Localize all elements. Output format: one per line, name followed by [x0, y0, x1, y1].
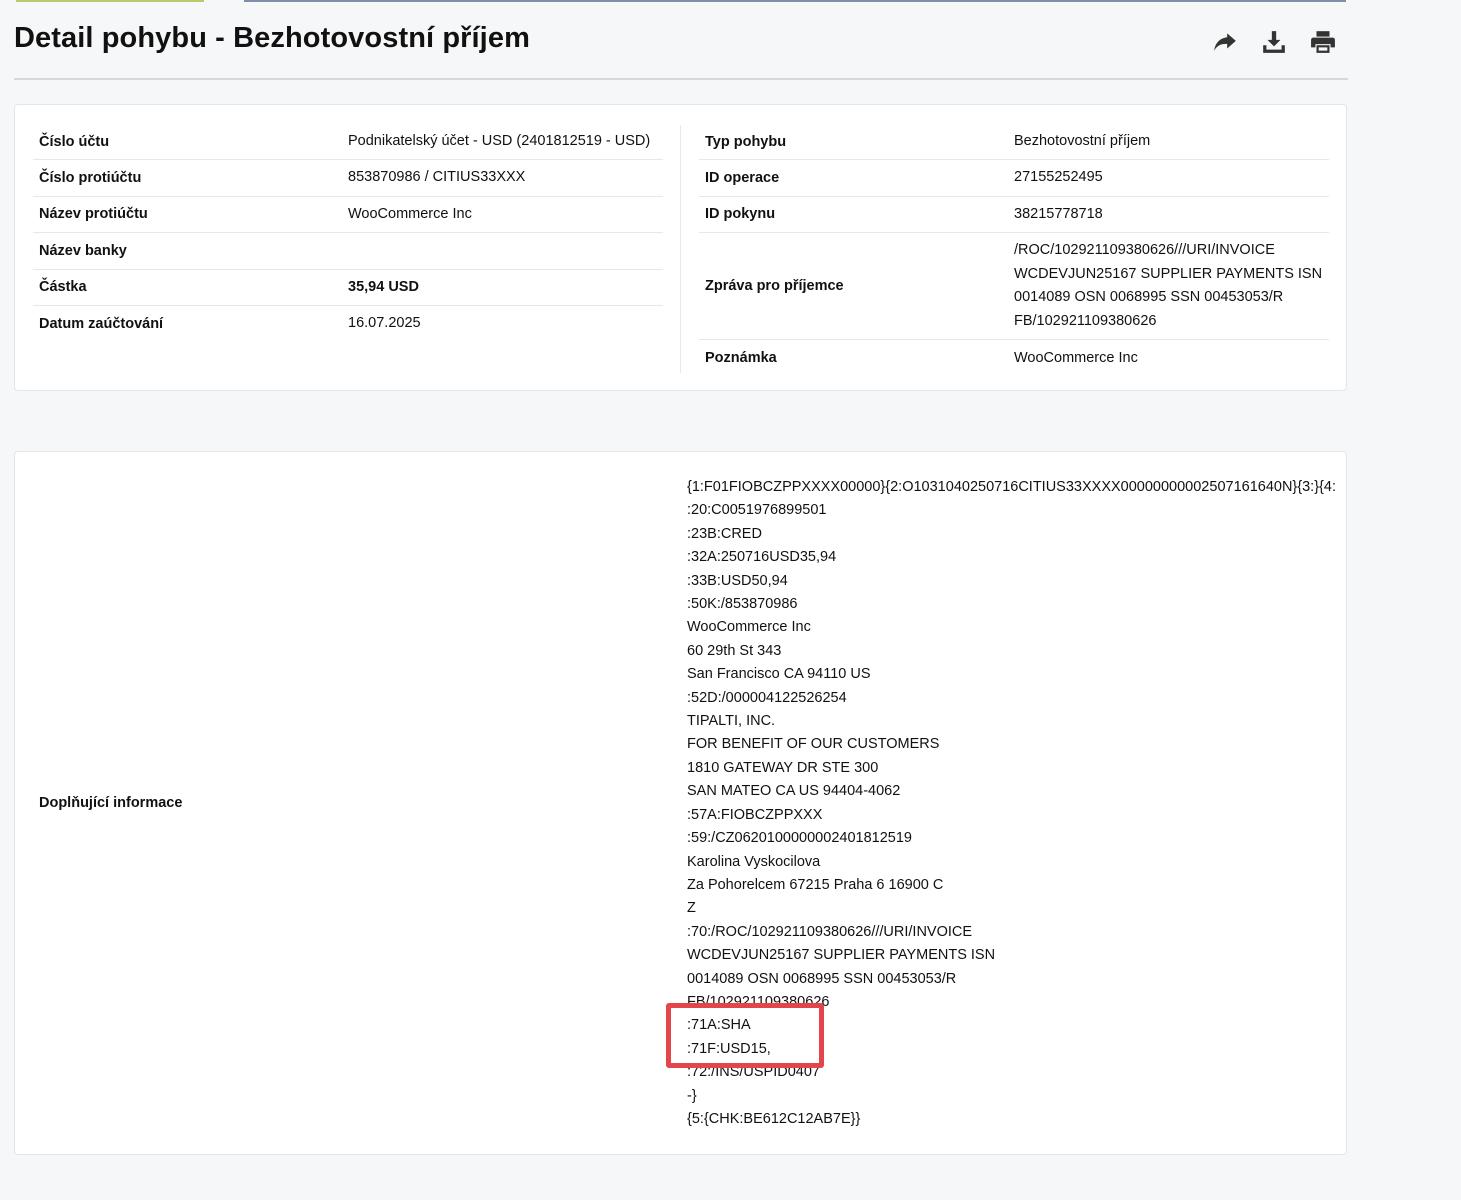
swift-line: :70:/ROC/102921109380626///URI/INVOICE — [687, 923, 973, 940]
page-title: Detail pohybu - Bezhotovostní příjem — [14, 22, 530, 54]
swift-line: 0014089 OSN 0068995 SSN 00453053/R — [687, 970, 957, 987]
detail-value: 38215778718 — [1014, 205, 1103, 222]
swift-line: Za Pohorelcem 67215 Praha 6 16900 C — [687, 876, 944, 893]
swift-line: Karolina Vyskocilova — [687, 853, 821, 870]
swift-line: FOR BENEFIT OF OUR CUSTOMERS — [687, 736, 940, 753]
page-header: Detail pohybu - Bezhotovostní příjem — [14, 0, 1348, 80]
swift-line: :33B:USD50,94 — [687, 572, 788, 589]
detail-row-amount: Částka 35,94 USD — [33, 270, 663, 306]
detail-label: Číslo protiúčtu — [39, 170, 142, 187]
detail-value: Bezhotovostní příjem — [1014, 132, 1151, 149]
swift-line: WooCommerce Inc — [687, 619, 811, 636]
detail-label: Částka — [39, 279, 87, 296]
swift-line: :59:/CZ0620100000002401812519 — [687, 830, 912, 847]
detail-label: Název banky — [39, 242, 127, 259]
print-button[interactable] — [1309, 28, 1336, 55]
swift-line: {1:F01FIOBCZPPXXXX00000}{2:O103104025071… — [687, 479, 1336, 495]
detail-row-operation-id: ID operace 27155252495 — [699, 160, 1329, 197]
detail-value: 853870986 / CITIUS33XXX — [348, 169, 526, 186]
detail-value: WooCommerce Inc — [348, 205, 472, 222]
detail-row-recipient-message: Zpráva pro příjemce /ROC/102921109380626… — [699, 233, 1329, 341]
download-icon — [1262, 30, 1285, 53]
swift-line: TIPALTI, INC. — [687, 713, 776, 730]
detail-row-counter-account-name: Název protiúčtu WooCommerce Inc — [33, 197, 663, 234]
swift-line: 1810 GATEWAY DR STE 300 — [687, 759, 879, 776]
additional-info-label: Doplňující informace — [39, 795, 183, 811]
swift-line: 60 29th St 343 — [687, 642, 782, 659]
swift-line: Z — [687, 900, 696, 917]
detail-label: ID operace — [705, 170, 780, 187]
detail-label: Zpráva pro příjemce — [705, 278, 844, 295]
details-left-column: Číslo účtu Podnikatelský účet - USD (240… — [33, 124, 663, 342]
detail-label: Poznámka — [705, 350, 777, 367]
detail-label: Název protiúčtu — [39, 206, 148, 223]
share-button[interactable] — [1211, 28, 1238, 55]
detail-row-account-number: Číslo účtu Podnikatelský účet - USD (240… — [33, 124, 663, 161]
details-right-column: Typ pohybu Bezhotovostní příjem ID opera… — [699, 124, 1329, 377]
swift-line: :32A:250716USD35,94 — [687, 549, 837, 566]
swift-line: -} — [687, 1087, 697, 1104]
amount-value: 35,94 USD — [348, 278, 419, 295]
detail-value: 16.07.2025 — [348, 315, 421, 332]
header-actions — [1211, 28, 1336, 55]
swift-line: :57A:FIOBCZPPXXX — [687, 806, 823, 823]
share-icon — [1213, 32, 1236, 51]
detail-value: /ROC/102921109380626///URI/INVOICE WCDEV… — [1014, 242, 1323, 329]
download-button[interactable] — [1260, 28, 1287, 55]
swift-line: :52D:/000004122526254 — [687, 689, 847, 706]
detail-row-instruction-id: ID pokynu 38215778718 — [699, 197, 1329, 234]
print-icon — [1310, 30, 1335, 53]
transaction-details-card: Číslo účtu Podnikatelský účet - USD (240… — [14, 104, 1347, 391]
fee-highlight-box — [666, 1003, 824, 1068]
swift-line: SAN MATEO CA US 94404-4062 — [687, 783, 901, 800]
detail-label: Číslo účtu — [39, 133, 110, 150]
detail-value: Podnikatelský účet - USD (2401812519 - U… — [348, 132, 651, 149]
swift-line: :50K:/853870986 — [687, 596, 798, 613]
detail-label: Typ pohybu — [705, 133, 787, 150]
detail-label: ID pokynu — [705, 206, 776, 223]
detail-row-posting-date: Datum zaúčtování 16.07.2025 — [33, 306, 663, 342]
detail-row-note: Poznámka WooCommerce Inc — [699, 340, 1329, 376]
swift-line: :23B:CRED — [687, 525, 762, 542]
detail-value: WooCommerce Inc — [1014, 349, 1138, 366]
swift-line: WCDEVJUN25167 SUPPLIER PAYMENTS ISN — [687, 947, 996, 964]
swift-line: {5:{CHK:BE612C12AB7E}} — [687, 1110, 861, 1127]
detail-row-transaction-type: Typ pohybu Bezhotovostní příjem — [699, 124, 1329, 161]
detail-row-bank-name: Název banky — [33, 233, 663, 270]
swift-line: :20:C0051976899501 — [687, 502, 827, 519]
detail-row-counter-account: Číslo protiúčtu 853870986 / CITIUS33XXX — [33, 160, 663, 197]
detail-value: 27155252495 — [1014, 169, 1103, 186]
swift-line: San Francisco CA 94110 US — [687, 666, 871, 683]
detail-label: Datum zaúčtování — [39, 316, 164, 333]
column-divider — [680, 125, 681, 373]
